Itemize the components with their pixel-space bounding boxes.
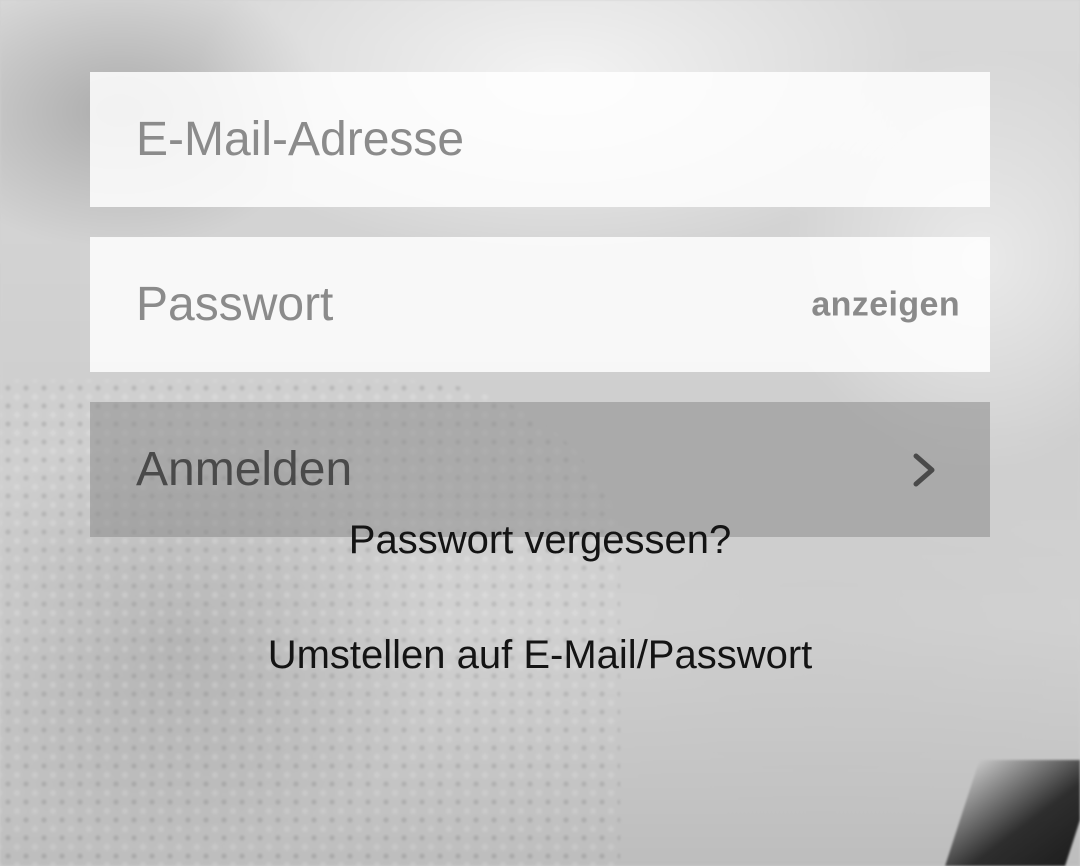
- forgot-password-link[interactable]: Passwort vergessen?: [349, 518, 731, 563]
- show-password-toggle[interactable]: anzeigen: [811, 285, 960, 324]
- password-field-container: anzeigen: [90, 237, 990, 372]
- switch-to-email-password-link[interactable]: Umstellen auf E-Mail/Passwort: [268, 633, 813, 678]
- sign-in-button[interactable]: Anmelden: [90, 402, 990, 537]
- email-input[interactable]: [90, 72, 990, 207]
- chevron-right-icon: [904, 450, 944, 490]
- login-form: anzeigen Anmelden: [90, 72, 990, 537]
- email-field-container: [90, 72, 990, 207]
- auth-links: Passwort vergessen? Umstellen auf E-Mail…: [0, 518, 1080, 678]
- sign-in-button-label: Anmelden: [136, 443, 353, 496]
